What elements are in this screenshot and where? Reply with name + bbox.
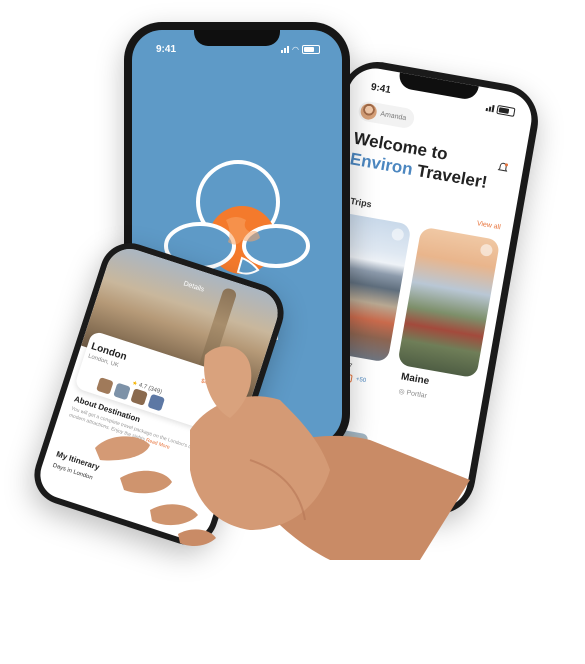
status-icons: ◠ <box>281 45 320 54</box>
details-screen: Details London London, UK $4,500 Budget … <box>34 242 284 546</box>
avatar <box>359 102 378 121</box>
user-chip[interactable]: Amanda <box>357 100 416 130</box>
trip-location: ◎ Portlar <box>398 387 428 400</box>
battery-icon <box>496 104 516 117</box>
signal-icon <box>281 46 290 53</box>
details-phone: Details London London, UK $4,500 Budget … <box>26 235 292 553</box>
status-icons <box>485 103 516 117</box>
extra-count: +50 <box>355 376 367 385</box>
trip-card-maine[interactable] <box>397 226 501 379</box>
status-time: 9:41 <box>156 44 177 55</box>
welcome-heading: Welcome to Environ Traveler! <box>348 128 515 197</box>
bookmark-icon[interactable] <box>390 227 405 242</box>
signal-icon <box>485 104 495 113</box>
notification-icon[interactable] <box>496 161 510 175</box>
notch <box>194 30 280 46</box>
trip-name: Maine <box>400 371 430 388</box>
user-name: Amanda <box>379 110 407 122</box>
status-time: 9:41 <box>370 81 392 97</box>
bookmark-icon[interactable] <box>479 243 494 258</box>
battery-icon <box>302 45 320 54</box>
wifi-icon: ◠ <box>292 45 299 54</box>
app-showcase: 9:41 Amanda Welcome to Environ Traveler! <box>0 0 585 664</box>
location-pin-icon: ◎ <box>397 388 406 397</box>
view-all-link[interactable]: View all <box>476 220 501 231</box>
trip-location-text: Portlar <box>405 389 428 400</box>
